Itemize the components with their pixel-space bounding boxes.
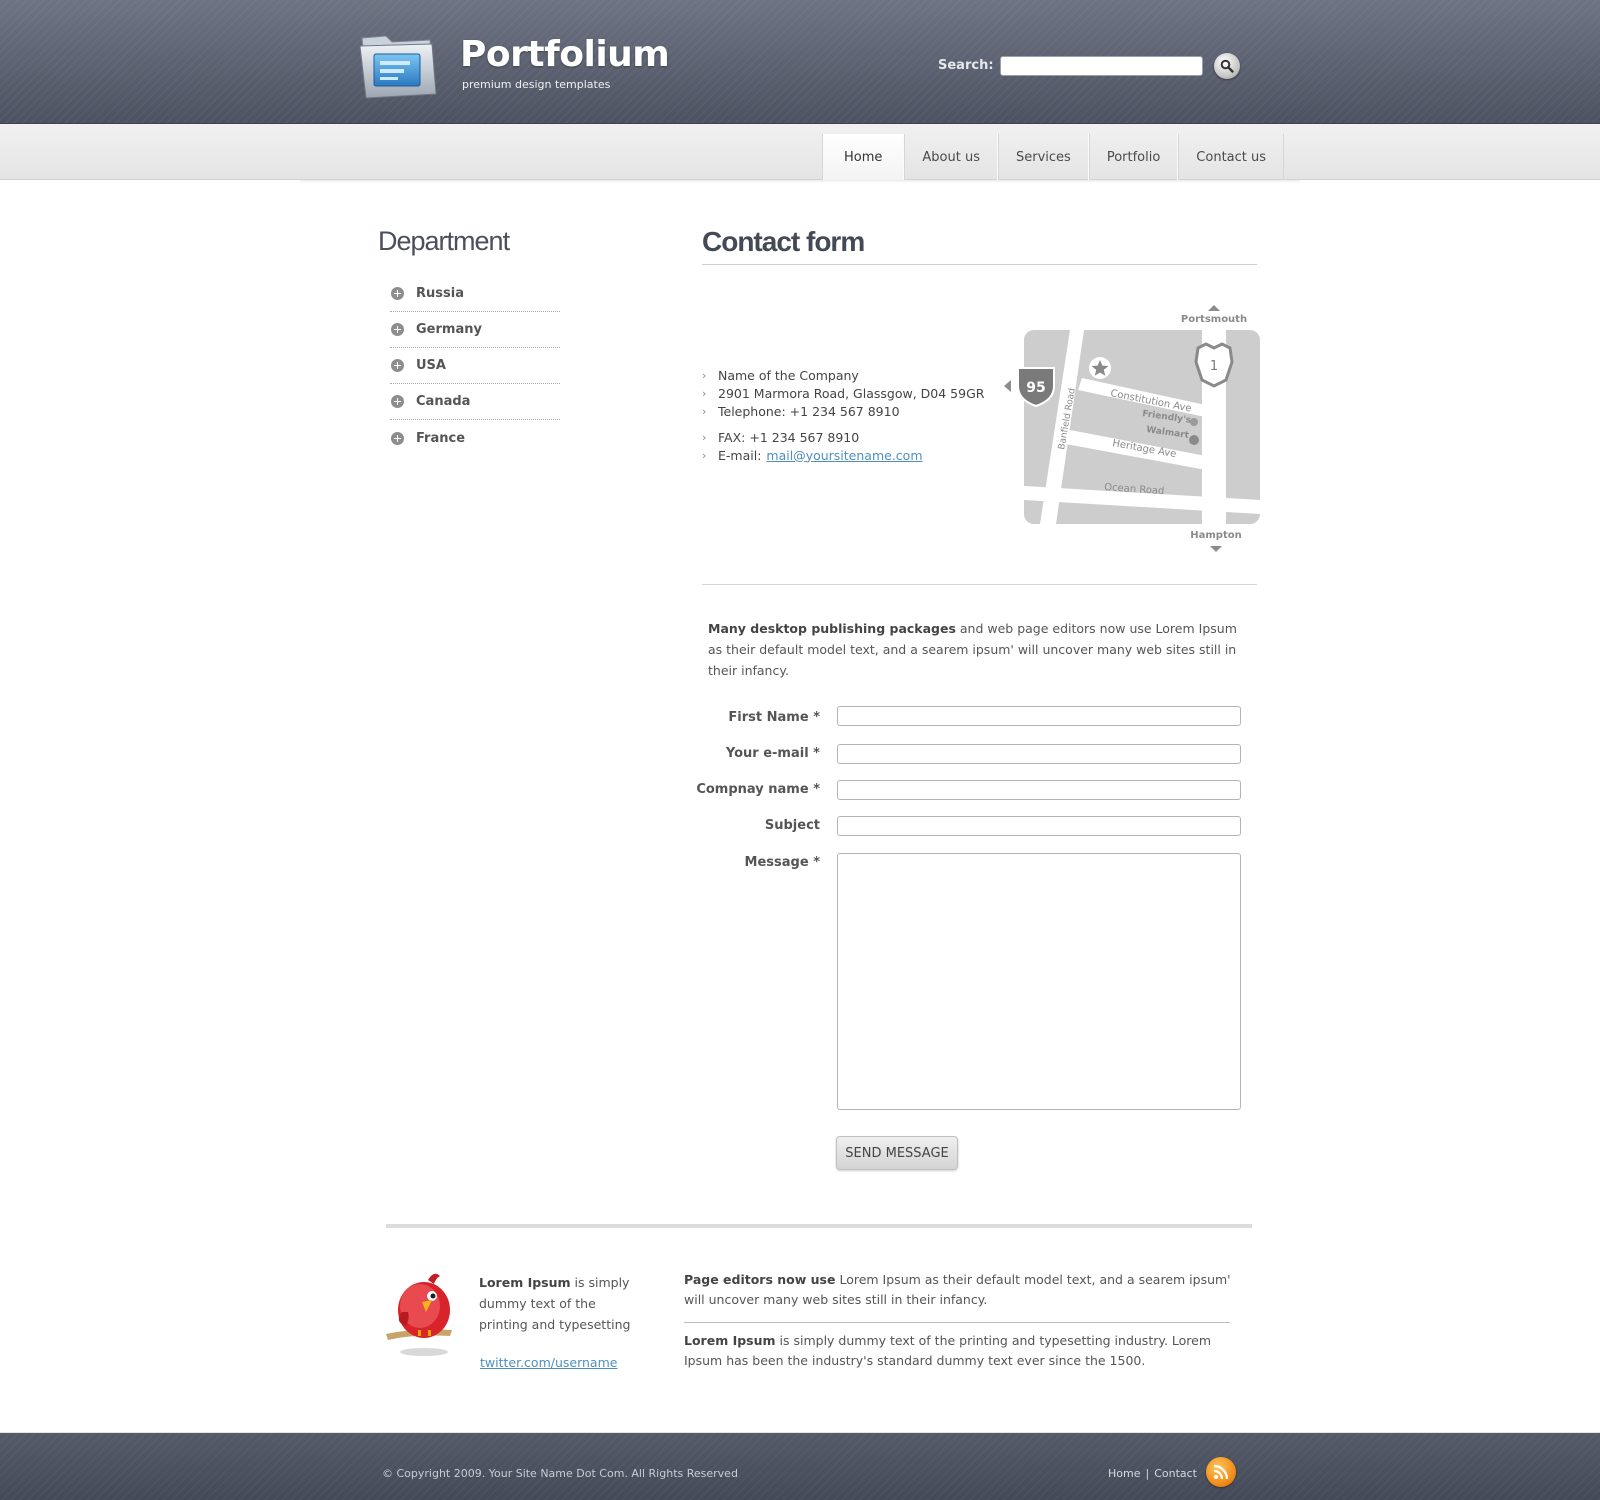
nav-item-portfolio[interactable]: Portfolio [1088,134,1179,180]
poi-marker [1189,435,1199,445]
footer-link-home[interactable]: Home [1108,1467,1140,1480]
chevron-right-icon: › [702,404,707,418]
west-arrow-icon [1004,380,1011,392]
site-footer: © Copyright 2009. Your Site Name Dot Com… [0,1432,1600,1500]
search-label: Search: [938,58,994,73]
search-input[interactable] [1000,56,1203,76]
department-label: Germany [416,322,482,337]
plus-circle-icon [391,323,404,336]
nav-item-contact-us[interactable]: Contact us [1178,134,1285,180]
first-name-label: First Name * [728,710,820,725]
intro-bold: Many desktop publishing packages [708,621,956,636]
map-label-north: Portsmouth [1181,314,1247,325]
title-divider [702,264,1257,265]
plus-circle-icon [391,287,404,300]
email-label: E-mail: [718,447,762,463]
folder-logo-icon[interactable] [358,32,438,102]
first-name-field[interactable] [837,706,1241,726]
copyright-text: © Copyright 2009. Your Site Name Dot Com… [382,1467,738,1480]
p1-bold: Page editors now use [684,1272,836,1287]
email-link[interactable]: mail@yoursitename.com [766,448,922,463]
rss-button[interactable] [1206,1457,1236,1487]
p2-bold: Lorem Ipsum [684,1333,776,1348]
logo-title[interactable]: Portfolium [460,34,670,75]
north-arrow-icon [1208,305,1220,311]
telephone-text: Telephone: +1 234 567 8910 [718,403,900,419]
intro-text: Many desktop publishing packages and web… [708,618,1248,681]
twitter-bold: Lorem Ipsum [479,1275,571,1290]
contact-telephone: › Telephone: +1 234 567 8910 [702,402,984,420]
south-arrow-icon [1210,546,1222,552]
email-label: Your e-mail * [725,746,820,761]
contact-email: › E-mail: mail@yoursitename.com [702,446,984,464]
send-message-button[interactable]: SEND MESSAGE [836,1136,958,1170]
search-button[interactable] [1214,53,1240,79]
footer-link-contact[interactable]: Contact [1154,1467,1197,1480]
department-item-usa[interactable]: USA [390,348,560,384]
search-icon [1220,59,1234,73]
department-item-germany[interactable]: Germany [390,312,560,348]
sidebar-title: Department [378,226,510,256]
department-label: France [416,430,466,446]
department-label: Canada [416,394,471,409]
department-label: Russia [416,286,464,301]
paragraph-divider [684,1322,1230,1323]
address-text: 2901 Marmora Road, Glassgow, D04 59GR [718,385,985,401]
nav-bar: Home About us Services Portfolio Contact… [0,124,1600,183]
company-name-field[interactable] [837,780,1241,800]
contact-company: › Name of the Company [702,366,984,384]
logo-subtitle: premium design templates [462,78,611,91]
site-header: Portfolium premium design templates Sear… [0,0,1600,124]
plus-circle-icon [391,359,404,372]
subject-field[interactable] [837,816,1241,836]
bottom-divider [386,1224,1252,1228]
section-divider [702,584,1257,585]
twitter-link[interactable]: twitter.com/username [480,1355,617,1370]
chevron-right-icon: › [702,430,707,444]
twitter-bird-icon [386,1273,452,1356]
map-label-interstate: 95 [1026,380,1045,396]
poi-marker [1190,418,1198,426]
contact-details: › Name of the Company › 2901 Marmora Roa… [702,366,984,464]
department-item-canada[interactable]: Canada [390,384,560,420]
department-item-france[interactable]: France [390,420,560,456]
rss-icon [1213,1464,1229,1480]
email-field[interactable] [837,744,1241,764]
department-label: USA [416,358,446,373]
bottom-paragraph-2: Lorem Ipsum is simply dummy text of the … [684,1331,1232,1371]
message-field[interactable] [837,853,1241,1110]
department-list: Russia Germany USA Canada France [390,276,560,456]
footer-separator: | [1145,1467,1150,1480]
fax-text: FAX: +1 234 567 8910 [718,429,860,445]
main-nav: Home About us Services Portfolio Contact… [822,134,1285,180]
company-name-label: Compnay name * [696,782,820,797]
map-label-south: Hampton [1190,530,1241,541]
page-title: Contact form [702,226,865,257]
bottom-paragraph-1: Page editors now use Lorem Ipsum as thei… [684,1270,1232,1310]
plus-circle-icon [391,431,404,445]
contact-address: › 2901 Marmora Road, Glassgow, D04 59GR [702,384,984,402]
subject-label: Subject [764,818,820,833]
location-map[interactable]: Portsmouth 95 1 Constitution Ave Heritag… [1000,300,1260,556]
message-label: Message * [744,855,820,870]
chevron-right-icon: › [702,386,707,400]
department-item-russia[interactable]: Russia [390,276,560,312]
chevron-right-icon: › [702,448,707,462]
map-label-route: 1 [1210,359,1218,374]
contact-fax: › FAX: +1 234 567 8910 [702,428,984,446]
chevron-right-icon: › [702,368,707,382]
nav-item-about-us[interactable]: About us [904,134,998,180]
footer-links: Home | Contact [1108,1467,1197,1480]
nav-item-home[interactable]: Home [822,134,905,180]
nav-item-services[interactable]: Services [997,134,1089,180]
company-name: Name of the Company [718,367,859,383]
twitter-text: Lorem Ipsum is simply dummy text of the … [479,1272,644,1335]
plus-circle-icon [391,395,404,408]
